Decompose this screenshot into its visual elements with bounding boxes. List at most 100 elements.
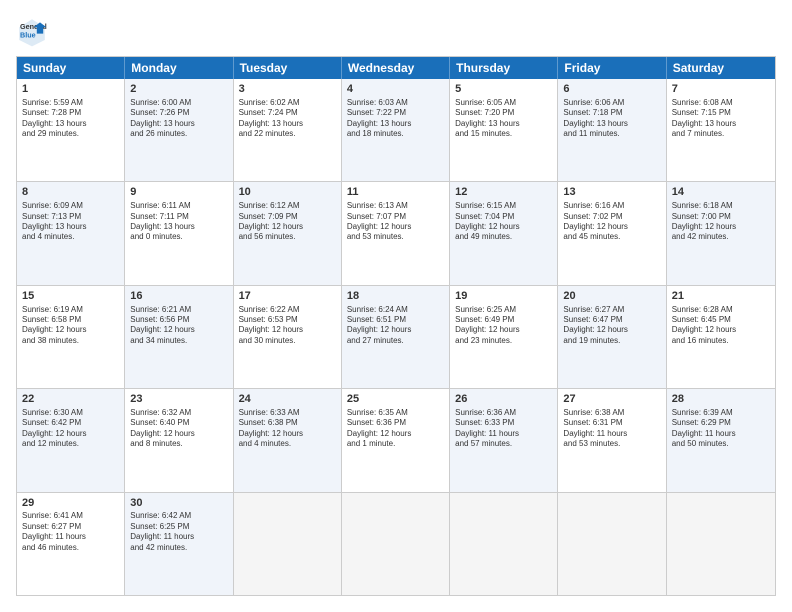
header-cell-friday: Friday	[558, 57, 666, 79]
day-number: 25	[347, 392, 444, 407]
day-info: Sunrise: 6:18 AM Sunset: 7:00 PM Dayligh…	[672, 201, 770, 243]
logo: General Blue	[16, 16, 52, 48]
day-info: Sunrise: 6:38 AM Sunset: 6:31 PM Dayligh…	[563, 408, 660, 450]
day-info: Sunrise: 6:02 AM Sunset: 7:24 PM Dayligh…	[239, 98, 336, 140]
day-info: Sunrise: 6:42 AM Sunset: 6:25 PM Dayligh…	[130, 511, 227, 553]
day-number: 29	[22, 496, 119, 511]
empty-cell	[234, 493, 342, 595]
day-cell-11: 11Sunrise: 6:13 AM Sunset: 7:07 PM Dayli…	[342, 182, 450, 284]
calendar-body: 1Sunrise: 5:59 AM Sunset: 7:28 PM Daylig…	[17, 79, 775, 595]
day-cell-8: 8Sunrise: 6:09 AM Sunset: 7:13 PM Daylig…	[17, 182, 125, 284]
day-cell-24: 24Sunrise: 6:33 AM Sunset: 6:38 PM Dayli…	[234, 389, 342, 491]
day-info: Sunrise: 6:32 AM Sunset: 6:40 PM Dayligh…	[130, 408, 227, 450]
day-cell-1: 1Sunrise: 5:59 AM Sunset: 7:28 PM Daylig…	[17, 79, 125, 181]
day-number: 7	[672, 82, 770, 97]
day-info: Sunrise: 6:16 AM Sunset: 7:02 PM Dayligh…	[563, 201, 660, 243]
calendar-header: SundayMondayTuesdayWednesdayThursdayFrid…	[17, 57, 775, 79]
day-cell-6: 6Sunrise: 6:06 AM Sunset: 7:18 PM Daylig…	[558, 79, 666, 181]
day-number: 23	[130, 392, 227, 407]
empty-cell	[450, 493, 558, 595]
day-cell-10: 10Sunrise: 6:12 AM Sunset: 7:09 PM Dayli…	[234, 182, 342, 284]
day-cell-14: 14Sunrise: 6:18 AM Sunset: 7:00 PM Dayli…	[667, 182, 775, 284]
day-number: 19	[455, 289, 552, 304]
day-cell-30: 30Sunrise: 6:42 AM Sunset: 6:25 PM Dayli…	[125, 493, 233, 595]
day-number: 20	[563, 289, 660, 304]
empty-cell	[667, 493, 775, 595]
header-cell-wednesday: Wednesday	[342, 57, 450, 79]
day-cell-29: 29Sunrise: 6:41 AM Sunset: 6:27 PM Dayli…	[17, 493, 125, 595]
calendar-week-5: 29Sunrise: 6:41 AM Sunset: 6:27 PM Dayli…	[17, 493, 775, 595]
header-cell-thursday: Thursday	[450, 57, 558, 79]
day-cell-4: 4Sunrise: 6:03 AM Sunset: 7:22 PM Daylig…	[342, 79, 450, 181]
day-info: Sunrise: 6:00 AM Sunset: 7:26 PM Dayligh…	[130, 98, 227, 140]
day-cell-22: 22Sunrise: 6:30 AM Sunset: 6:42 PM Dayli…	[17, 389, 125, 491]
calendar: SundayMondayTuesdayWednesdayThursdayFrid…	[16, 56, 776, 596]
day-info: Sunrise: 6:24 AM Sunset: 6:51 PM Dayligh…	[347, 305, 444, 347]
day-info: Sunrise: 6:08 AM Sunset: 7:15 PM Dayligh…	[672, 98, 770, 140]
day-number: 18	[347, 289, 444, 304]
day-cell-7: 7Sunrise: 6:08 AM Sunset: 7:15 PM Daylig…	[667, 79, 775, 181]
day-number: 10	[239, 185, 336, 200]
day-number: 9	[130, 185, 227, 200]
day-info: Sunrise: 6:22 AM Sunset: 6:53 PM Dayligh…	[239, 305, 336, 347]
day-cell-12: 12Sunrise: 6:15 AM Sunset: 7:04 PM Dayli…	[450, 182, 558, 284]
day-cell-27: 27Sunrise: 6:38 AM Sunset: 6:31 PM Dayli…	[558, 389, 666, 491]
day-info: Sunrise: 6:30 AM Sunset: 6:42 PM Dayligh…	[22, 408, 119, 450]
day-cell-5: 5Sunrise: 6:05 AM Sunset: 7:20 PM Daylig…	[450, 79, 558, 181]
day-info: Sunrise: 6:12 AM Sunset: 7:09 PM Dayligh…	[239, 201, 336, 243]
day-cell-23: 23Sunrise: 6:32 AM Sunset: 6:40 PM Dayli…	[125, 389, 233, 491]
day-info: Sunrise: 6:27 AM Sunset: 6:47 PM Dayligh…	[563, 305, 660, 347]
day-info: Sunrise: 5:59 AM Sunset: 7:28 PM Dayligh…	[22, 98, 119, 140]
day-number: 2	[130, 82, 227, 97]
day-number: 8	[22, 185, 119, 200]
day-cell-3: 3Sunrise: 6:02 AM Sunset: 7:24 PM Daylig…	[234, 79, 342, 181]
day-number: 5	[455, 82, 552, 97]
day-number: 15	[22, 289, 119, 304]
calendar-week-1: 1Sunrise: 5:59 AM Sunset: 7:28 PM Daylig…	[17, 79, 775, 182]
day-info: Sunrise: 6:09 AM Sunset: 7:13 PM Dayligh…	[22, 201, 119, 243]
day-cell-20: 20Sunrise: 6:27 AM Sunset: 6:47 PM Dayli…	[558, 286, 666, 388]
day-number: 24	[239, 392, 336, 407]
day-number: 28	[672, 392, 770, 407]
day-number: 16	[130, 289, 227, 304]
page: General Blue SundayMondayTuesdayWednesda…	[0, 0, 792, 612]
day-cell-19: 19Sunrise: 6:25 AM Sunset: 6:49 PM Dayli…	[450, 286, 558, 388]
day-number: 1	[22, 82, 119, 97]
day-number: 11	[347, 185, 444, 200]
day-info: Sunrise: 6:19 AM Sunset: 6:58 PM Dayligh…	[22, 305, 119, 347]
day-number: 14	[672, 185, 770, 200]
day-info: Sunrise: 6:11 AM Sunset: 7:11 PM Dayligh…	[130, 201, 227, 243]
header-cell-tuesday: Tuesday	[234, 57, 342, 79]
header-cell-monday: Monday	[125, 57, 233, 79]
day-info: Sunrise: 6:05 AM Sunset: 7:20 PM Dayligh…	[455, 98, 552, 140]
day-number: 4	[347, 82, 444, 97]
day-number: 22	[22, 392, 119, 407]
logo-icon: General Blue	[16, 16, 48, 48]
day-info: Sunrise: 6:15 AM Sunset: 7:04 PM Dayligh…	[455, 201, 552, 243]
day-info: Sunrise: 6:36 AM Sunset: 6:33 PM Dayligh…	[455, 408, 552, 450]
day-cell-25: 25Sunrise: 6:35 AM Sunset: 6:36 PM Dayli…	[342, 389, 450, 491]
day-cell-15: 15Sunrise: 6:19 AM Sunset: 6:58 PM Dayli…	[17, 286, 125, 388]
day-cell-2: 2Sunrise: 6:00 AM Sunset: 7:26 PM Daylig…	[125, 79, 233, 181]
day-info: Sunrise: 6:06 AM Sunset: 7:18 PM Dayligh…	[563, 98, 660, 140]
header: General Blue	[16, 16, 776, 48]
empty-cell	[558, 493, 666, 595]
day-number: 13	[563, 185, 660, 200]
day-info: Sunrise: 6:25 AM Sunset: 6:49 PM Dayligh…	[455, 305, 552, 347]
day-cell-17: 17Sunrise: 6:22 AM Sunset: 6:53 PM Dayli…	[234, 286, 342, 388]
svg-text:Blue: Blue	[20, 31, 36, 40]
day-info: Sunrise: 6:28 AM Sunset: 6:45 PM Dayligh…	[672, 305, 770, 347]
day-number: 21	[672, 289, 770, 304]
day-info: Sunrise: 6:03 AM Sunset: 7:22 PM Dayligh…	[347, 98, 444, 140]
header-cell-saturday: Saturday	[667, 57, 775, 79]
day-cell-28: 28Sunrise: 6:39 AM Sunset: 6:29 PM Dayli…	[667, 389, 775, 491]
day-number: 12	[455, 185, 552, 200]
day-number: 17	[239, 289, 336, 304]
day-info: Sunrise: 6:35 AM Sunset: 6:36 PM Dayligh…	[347, 408, 444, 450]
header-cell-sunday: Sunday	[17, 57, 125, 79]
day-number: 26	[455, 392, 552, 407]
day-number: 27	[563, 392, 660, 407]
calendar-week-4: 22Sunrise: 6:30 AM Sunset: 6:42 PM Dayli…	[17, 389, 775, 492]
day-info: Sunrise: 6:21 AM Sunset: 6:56 PM Dayligh…	[130, 305, 227, 347]
day-cell-21: 21Sunrise: 6:28 AM Sunset: 6:45 PM Dayli…	[667, 286, 775, 388]
